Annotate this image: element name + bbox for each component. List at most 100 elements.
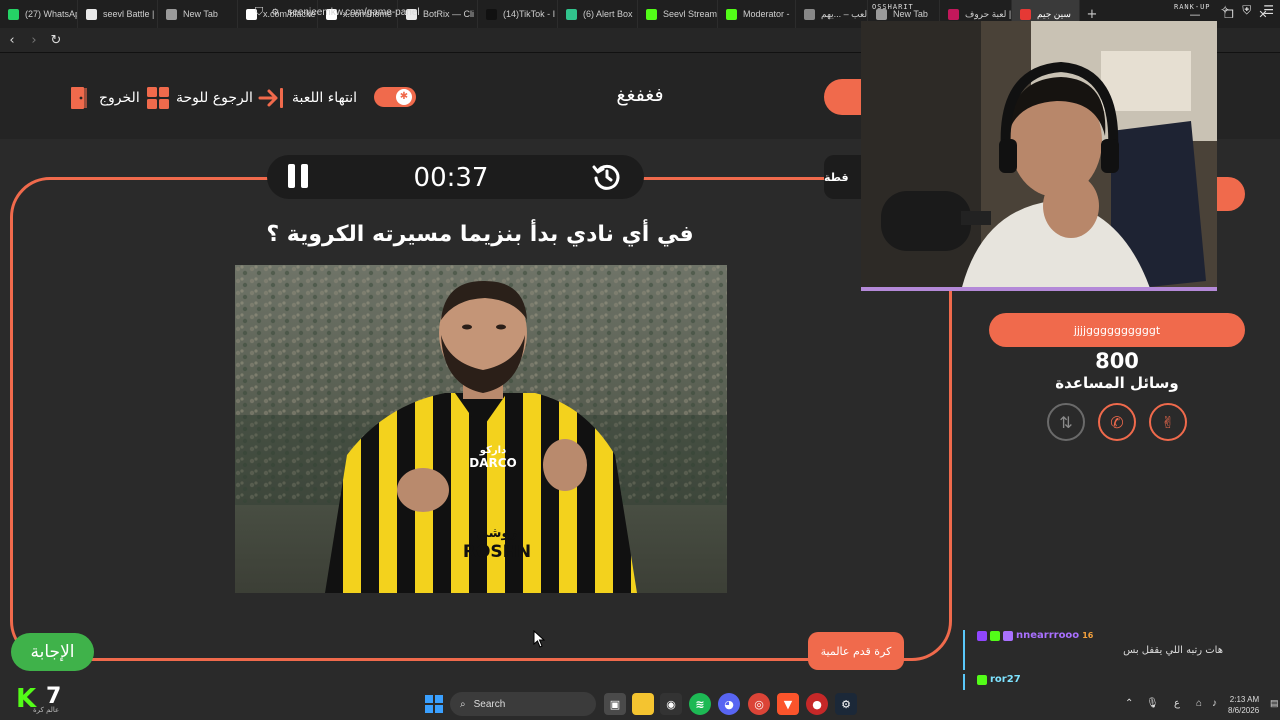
windows-start-icon[interactable] xyxy=(425,695,443,713)
site-settings-icon[interactable]: ⚙ xyxy=(271,7,279,18)
browser-tab[interactable]: seevl Battle | xyxy=(78,0,158,28)
jersey-sponsor-arabic: روشن xyxy=(477,526,517,541)
chrome-icon[interactable]: ◎ xyxy=(748,693,770,715)
game-title: فغفغغ xyxy=(616,84,664,106)
restart-timer-icon[interactable] xyxy=(591,161,623,193)
obs-icon[interactable]: ● xyxy=(806,693,828,715)
browser-tab[interactable]: New Tab xyxy=(158,0,238,28)
taskbar-search[interactable]: ⌕ Search xyxy=(450,692,596,716)
tab-favicon-icon xyxy=(948,8,959,20)
language-indicator[interactable]: ع xyxy=(1174,698,1180,709)
pause-icon[interactable] xyxy=(288,164,312,190)
tab-label: seevl Battle | xyxy=(103,9,155,19)
github-icon[interactable]: ◉ xyxy=(660,693,682,715)
tab-favicon-icon xyxy=(86,8,97,20)
exit-button[interactable]: الخروج xyxy=(69,86,140,110)
task-view-icon[interactable]: ▣ xyxy=(604,693,626,715)
jersey-brand-text: DARCO xyxy=(469,456,517,470)
badge-icon xyxy=(977,674,987,685)
tab-label: New Tab xyxy=(183,9,218,19)
answer-button[interactable]: الإجابة xyxy=(11,633,94,671)
tab-label: لعبة حروف | xyxy=(965,8,1012,19)
spotify-icon[interactable]: ≋ xyxy=(689,693,711,715)
grid-icon xyxy=(147,87,169,109)
chat-overlay: nnearrrooo 16 هات رتبه اللي يقفل بس ror2… xyxy=(963,628,1280,690)
shield-icon[interactable]: ⛨ xyxy=(1242,3,1251,18)
taskbar-clock[interactable]: 2:13 AM 8/6/2026 xyxy=(1228,694,1259,716)
back-to-board-button[interactable]: الرجوع للوحة xyxy=(146,86,253,110)
team-name: jjjjggggggggggt xyxy=(989,313,1245,347)
badge-icon xyxy=(990,630,1000,641)
bookmark-icon[interactable]: ⛉ xyxy=(255,6,263,19)
tab-favicon-icon xyxy=(1020,8,1031,20)
tab-favicon-icon xyxy=(8,8,19,20)
tab-label: (27) WhatsAp xyxy=(25,9,78,19)
clock-time: 2:13 AM xyxy=(1229,695,1260,704)
victory-icon: ✌ xyxy=(1161,412,1175,432)
chat-message: nnearrrooo 16 هات رتبه اللي يقفل بس xyxy=(963,630,1223,670)
chat-user-row: nnearrrooo 16 xyxy=(977,630,1223,641)
tray-chevron-icon[interactable]: ⌃ xyxy=(1125,698,1133,709)
exit-label: الخروج xyxy=(99,90,140,106)
swap-helper-button[interactable]: ⇅ xyxy=(1047,403,1085,441)
back-to-board-label: الرجوع للوحة xyxy=(176,90,253,106)
new-tab-button[interactable]: + xyxy=(1080,7,1104,22)
extensions-icon[interactable]: ✧ xyxy=(1220,3,1230,18)
chat-user-row: ror27 xyxy=(977,674,1223,685)
settings-toggle[interactable] xyxy=(374,87,416,107)
toggle-switch[interactable] xyxy=(374,87,416,107)
team-score: 800 xyxy=(1095,349,1139,373)
overlay-brand-right: RANK-UP xyxy=(1174,3,1211,11)
volume-icon[interactable]: ♪ xyxy=(1212,698,1217,709)
victory-helper-button[interactable]: ✌ xyxy=(1149,403,1187,441)
chat-message: ror27 xyxy=(963,674,1223,690)
screen: (27) WhatsAp seevl Battle | New Tab x.com/b… xyxy=(0,0,1280,720)
reload-icon[interactable]: ↻ xyxy=(46,33,66,48)
chat-text: هات رتبه اللي يقفل بس xyxy=(1123,645,1223,656)
timer-display: 00:37 xyxy=(413,163,489,193)
question-image: ROSHN روشن DARCO داركو xyxy=(235,265,727,593)
tab-favicon-icon xyxy=(166,8,177,20)
browser-tab[interactable]: (27) WhatsAp xyxy=(0,0,78,28)
arrow-into-bar-icon xyxy=(258,88,283,108)
notification-icon[interactable]: ▤ xyxy=(1270,698,1279,709)
file-explorer-icon[interactable] xyxy=(632,693,654,715)
player-photo: ROSHN روشن DARCO داركو xyxy=(235,265,727,593)
webcam-overlay xyxy=(861,21,1217,291)
search-label: Search xyxy=(473,698,506,710)
mic-icon[interactable]: 🎙 xyxy=(1146,698,1159,709)
category-badge: كرة قدم عالمية xyxy=(808,632,904,670)
phone-icon: ✆ xyxy=(1110,412,1124,432)
brave-icon[interactable]: ▼ xyxy=(777,693,799,715)
chat-username: nnearrrooo xyxy=(1016,630,1080,641)
end-game-label: انتهاء اللعبة xyxy=(292,90,358,106)
streamer-webcam xyxy=(861,21,1217,287)
search-icon: ⌕ xyxy=(460,698,466,710)
mouse-cursor-icon xyxy=(533,630,545,648)
back-arrow-icon[interactable]: ‹ xyxy=(2,33,22,48)
helpers-title: وسائل المساعدة xyxy=(1055,374,1179,392)
overlay-brand-left: OSSHARIT xyxy=(872,3,914,11)
jersey-brand-arabic: داركو xyxy=(479,445,506,456)
browser-toolbar: ✧ ⛨ ☰ xyxy=(1220,3,1274,18)
jersey-sponsor-text: ROSHN xyxy=(463,542,531,562)
menu-icon[interactable]: ☰ xyxy=(1263,3,1274,18)
badge-icon xyxy=(977,630,987,641)
discord-icon[interactable]: ◕ xyxy=(718,693,740,715)
question-text: في أي نادي بدأ بنزيما مسيرته الكروية ؟ xyxy=(266,222,694,247)
clock-date: 8/6/2026 xyxy=(1228,706,1260,715)
steam-icon[interactable]: ⚙ xyxy=(835,693,857,715)
forward-arrow-icon[interactable]: › xyxy=(24,33,44,48)
end-game-button[interactable]: انتهاء اللعبة xyxy=(258,86,357,110)
tab-label: سين جيم xyxy=(1037,8,1071,19)
exit-door-icon xyxy=(71,87,87,109)
side-tag: قطة xyxy=(824,155,864,199)
chat-badge-count: 16 xyxy=(1082,631,1094,640)
phone-helper-button[interactable]: ✆ xyxy=(1098,403,1136,441)
badge-icon xyxy=(1003,630,1013,641)
network-icon[interactable]: ⌂ xyxy=(1196,698,1202,709)
url-field[interactable]: ⛉ ⚙ seenjeemkw.com/game-panel xyxy=(255,3,865,22)
swap-icon: ⇅ xyxy=(1059,412,1073,432)
url-text: seenjeemkw.com/game-panel xyxy=(287,7,420,18)
chat-username: ror27 xyxy=(990,674,1021,685)
